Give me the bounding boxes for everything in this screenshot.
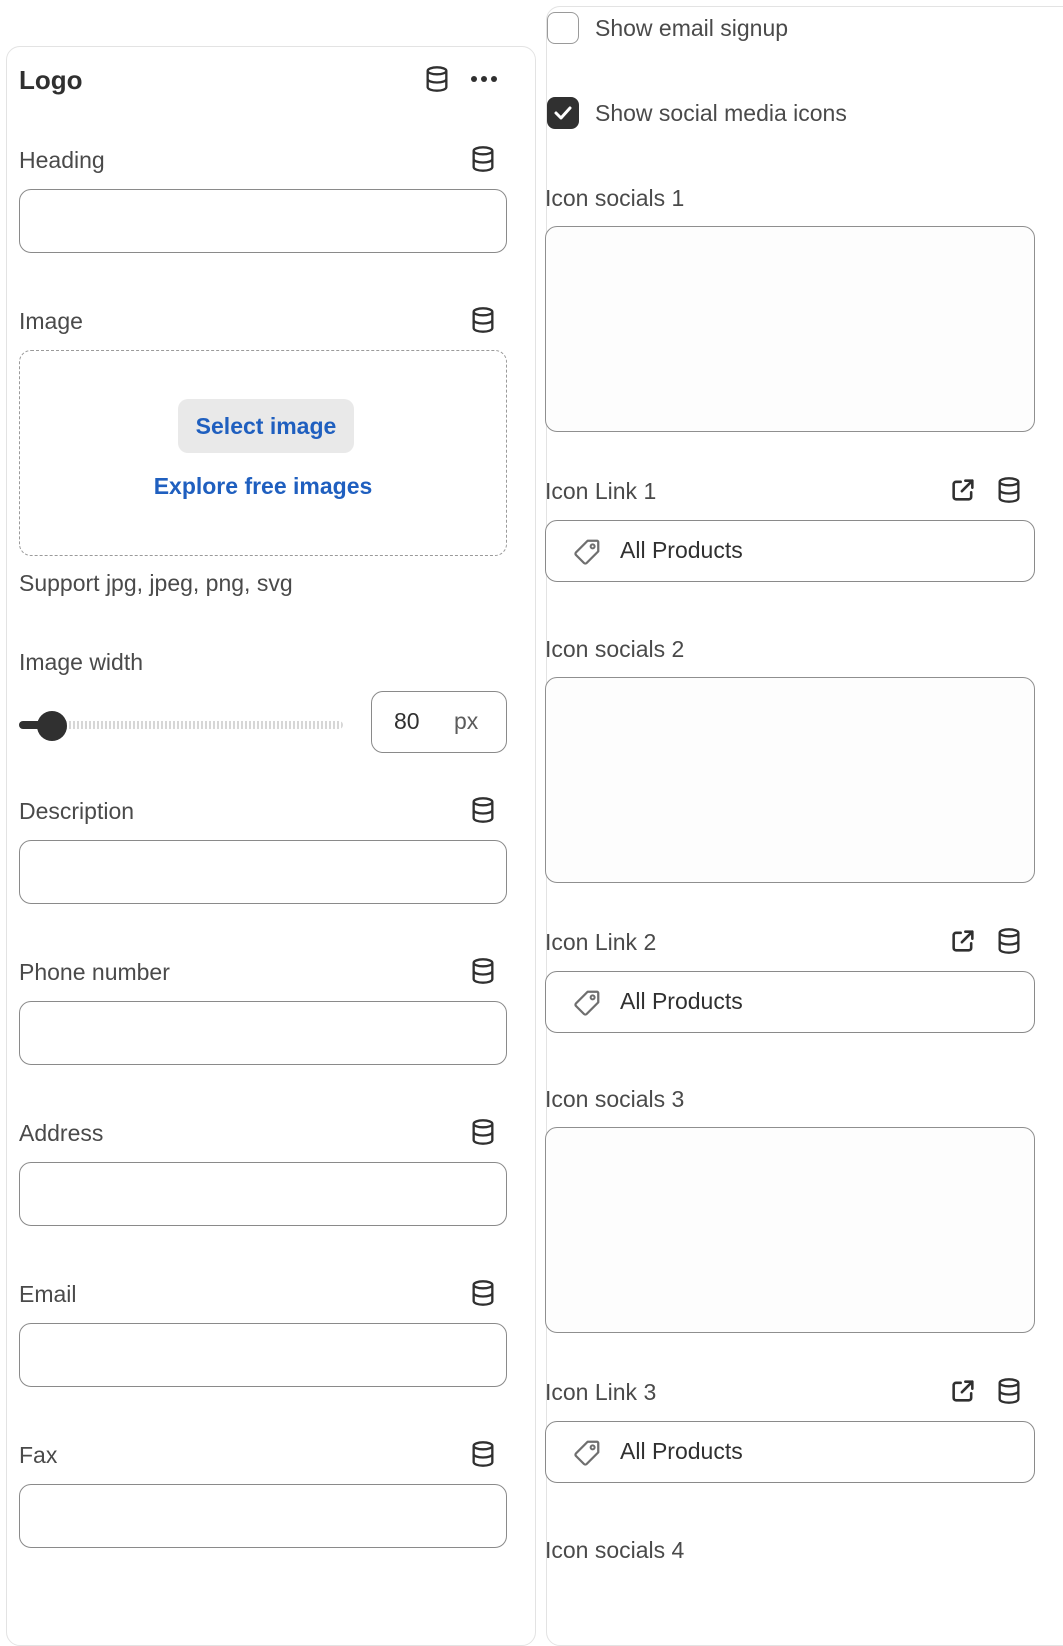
show-social-icons-label: Show social media icons [595, 100, 847, 126]
show-email-signup-label: Show email signup [595, 15, 789, 41]
select-image-button[interactable]: Select image [178, 399, 354, 453]
tag-icon [574, 1440, 600, 1466]
icon-socials-3-textarea[interactable] [545, 1127, 1035, 1333]
social-settings-panel: Show email signup Show social media icon… [545, 6, 1063, 1646]
icon-link-3-value: All Products [620, 1438, 743, 1464]
icon-link-2-label: Icon Link 2 [545, 929, 657, 955]
database-icon[interactable] [995, 927, 1023, 955]
heading-input[interactable] [19, 189, 507, 253]
email-label: Email [19, 1281, 77, 1307]
icon-link-3-label: Icon Link 3 [545, 1379, 657, 1405]
icon-socials-1-label: Icon socials 1 [545, 185, 685, 211]
icon-socials-2-textarea[interactable] [545, 677, 1035, 883]
icon-socials-2-label: Icon socials 2 [545, 636, 685, 662]
ellipsis-icon[interactable] [467, 65, 501, 93]
explore-free-images-link[interactable]: Explore free images [20, 473, 506, 500]
icon-socials-4-label: Icon socials 4 [545, 1537, 685, 1563]
address-input[interactable] [19, 1162, 507, 1226]
image-width-label: Image width [19, 649, 144, 675]
checkmark-icon [554, 106, 572, 120]
image-width-value: 80 [394, 708, 420, 734]
external-link-icon[interactable] [949, 1377, 977, 1405]
icon-link-1-picker[interactable]: All Products [545, 520, 1035, 582]
description-input[interactable] [19, 840, 507, 904]
tag-icon [574, 539, 600, 565]
database-icon[interactable] [469, 796, 497, 824]
phone-number-label: Phone number [19, 959, 170, 985]
database-icon[interactable] [469, 957, 497, 985]
show-email-signup-checkbox[interactable] [547, 12, 579, 44]
fax-label: Fax [19, 1442, 58, 1468]
database-icon[interactable] [469, 306, 497, 334]
description-label: Description [19, 798, 135, 824]
database-icon[interactable] [469, 1279, 497, 1307]
fax-input[interactable] [19, 1484, 507, 1548]
icon-socials-3-label: Icon socials 3 [545, 1086, 685, 1112]
image-width-input[interactable]: 80 px [371, 691, 507, 753]
database-icon[interactable] [423, 65, 451, 93]
image-dropzone[interactable]: Select image Explore free images [19, 350, 507, 556]
icon-link-2-value: All Products [620, 988, 743, 1014]
database-icon[interactable] [995, 476, 1023, 504]
database-icon[interactable] [469, 145, 497, 173]
icon-link-1-label: Icon Link 1 [545, 478, 657, 504]
database-icon[interactable] [469, 1118, 497, 1146]
section-title: Logo [19, 65, 83, 95]
image-label: Image [19, 308, 83, 334]
heading-label: Heading [19, 147, 105, 173]
show-social-icons-checkbox[interactable] [547, 97, 579, 129]
image-width-unit: px [454, 708, 479, 734]
phone-number-input[interactable] [19, 1001, 507, 1065]
tag-icon [574, 990, 600, 1016]
email-input[interactable] [19, 1323, 507, 1387]
image-width-slider-thumb[interactable] [37, 711, 67, 741]
external-link-icon[interactable] [949, 476, 977, 504]
logo-settings-panel: Logo Heading Image Select image Explore … [6, 46, 536, 1646]
image-width-slider-track[interactable] [37, 721, 343, 729]
icon-link-2-picker[interactable]: All Products [545, 971, 1035, 1033]
icon-link-3-picker[interactable]: All Products [545, 1421, 1035, 1483]
address-label: Address [19, 1120, 104, 1146]
database-icon[interactable] [995, 1377, 1023, 1405]
external-link-icon[interactable] [949, 927, 977, 955]
icon-link-1-value: All Products [620, 537, 743, 563]
database-icon[interactable] [469, 1440, 497, 1468]
image-help-text: Support jpg, jpeg, png, svg [19, 570, 293, 596]
icon-socials-1-textarea[interactable] [545, 226, 1035, 432]
